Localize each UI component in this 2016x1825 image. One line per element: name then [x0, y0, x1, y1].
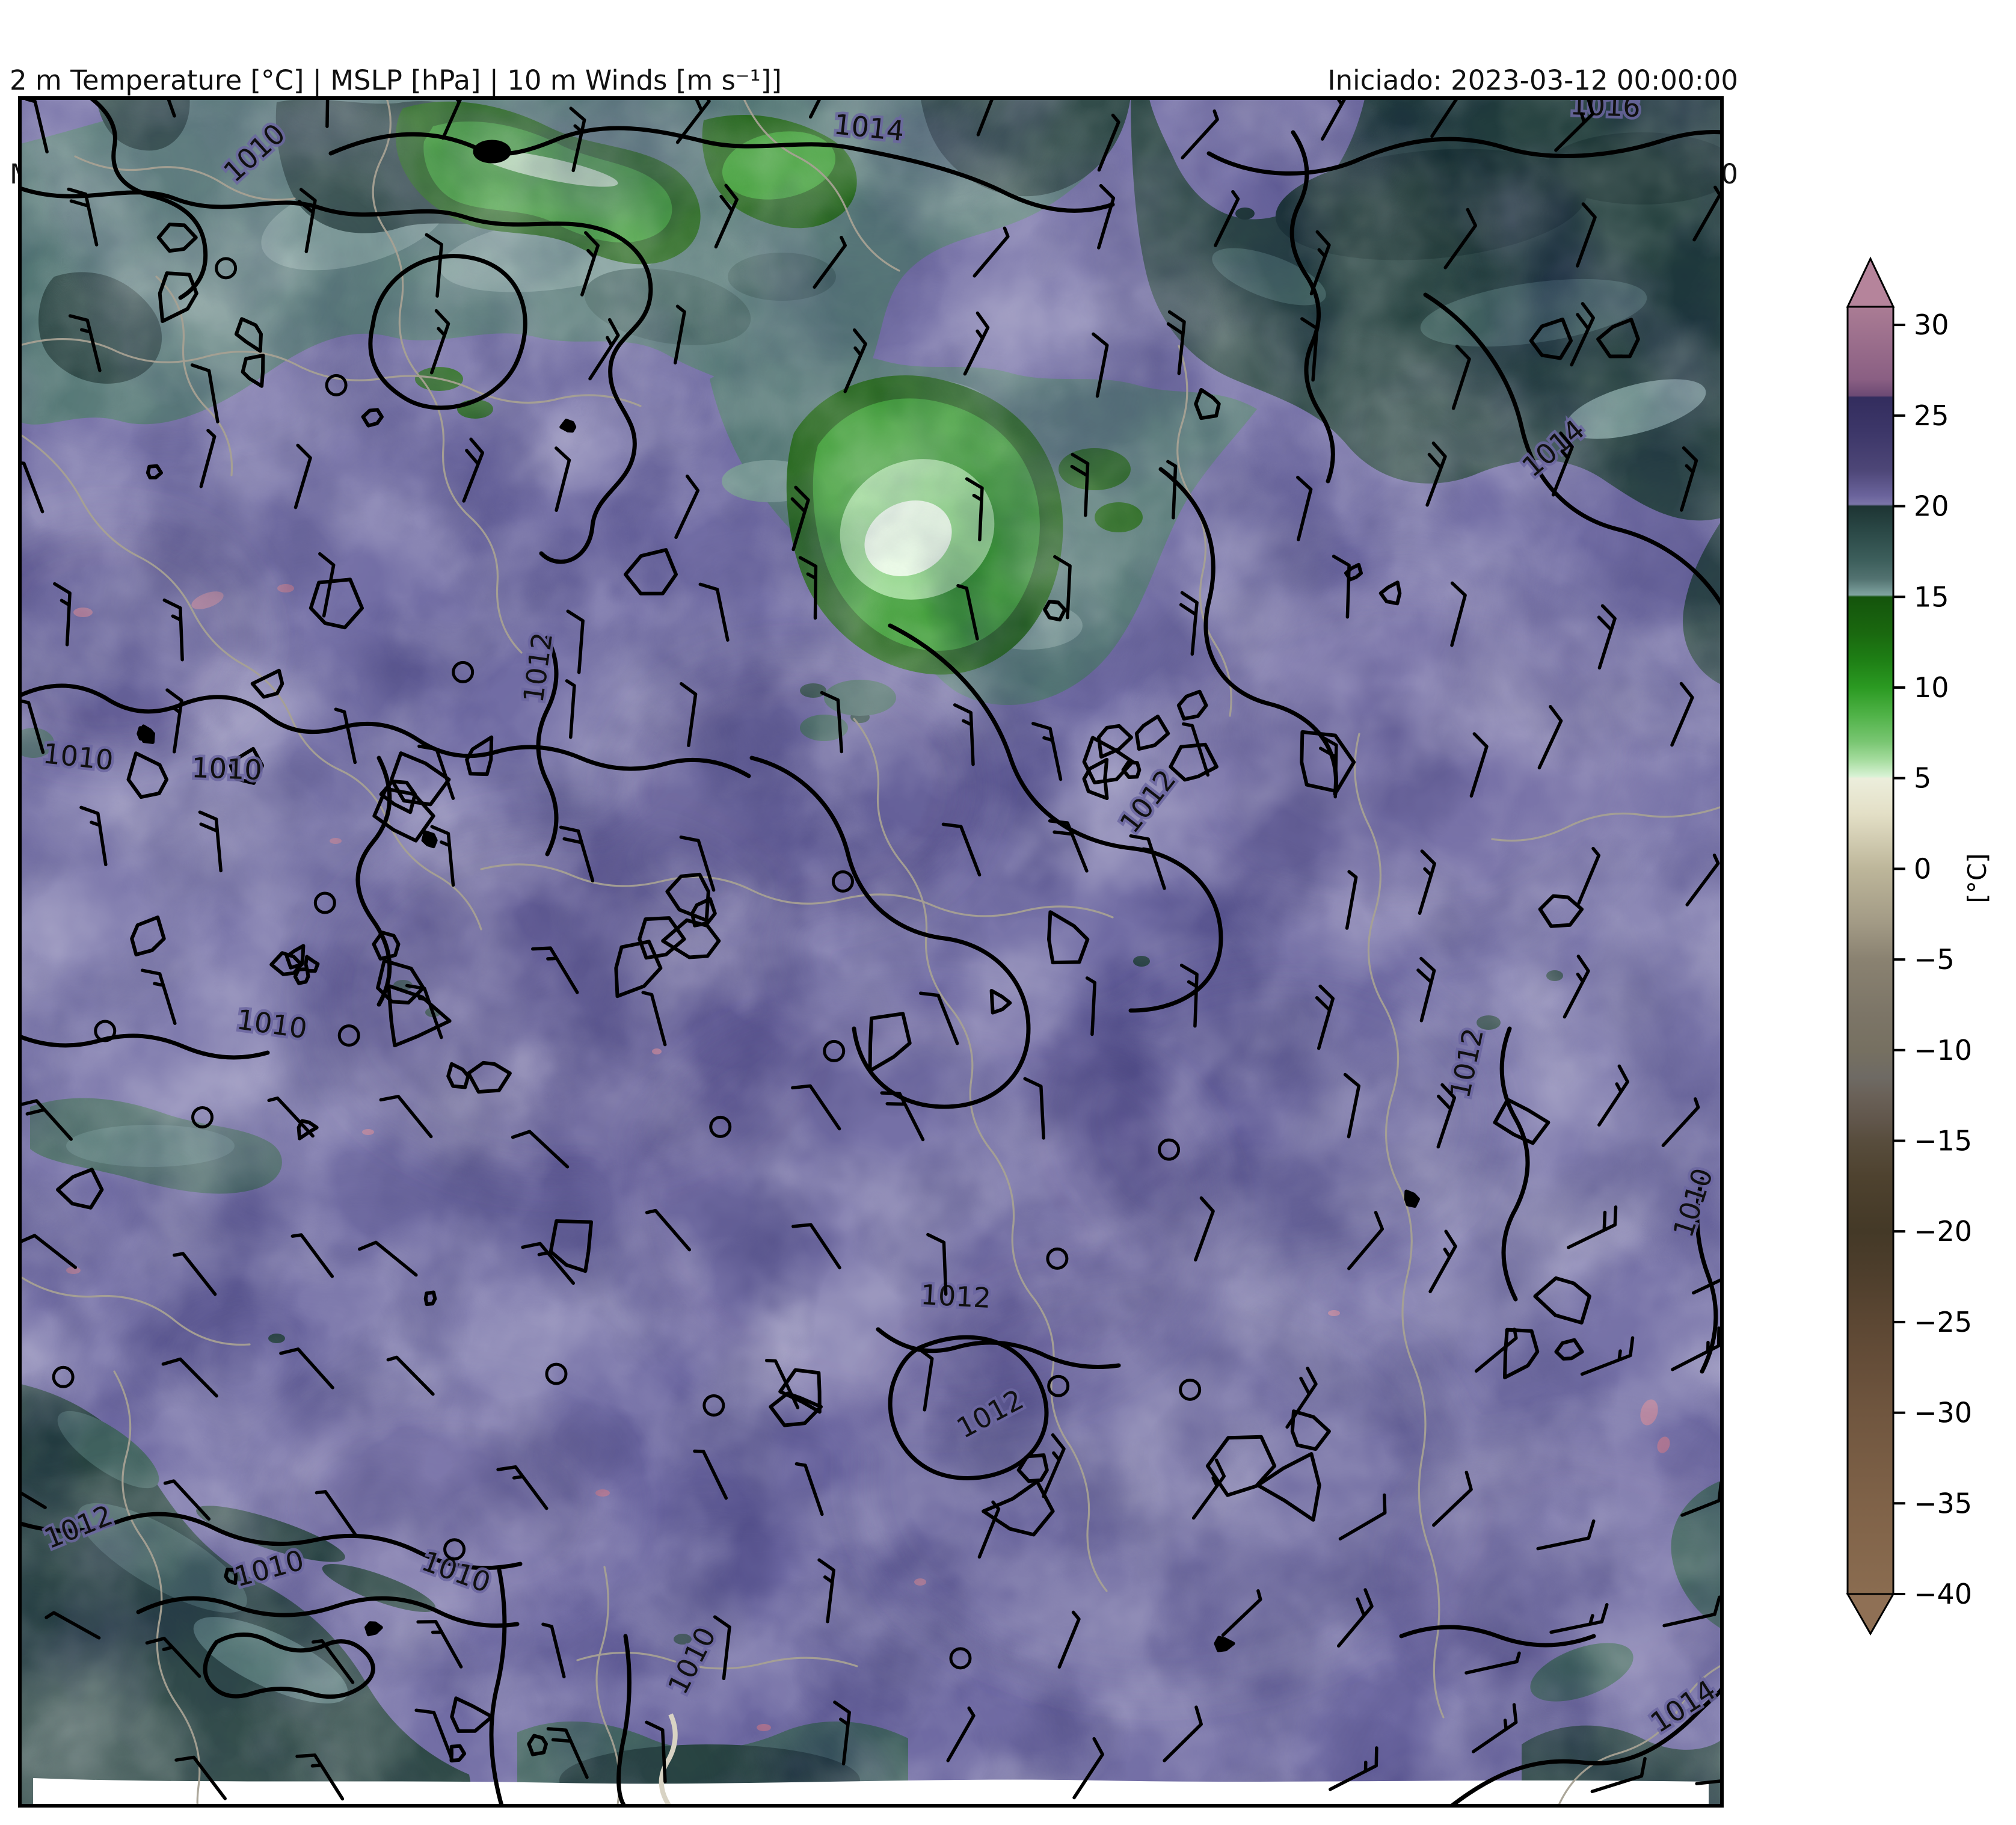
- colorbar-gradient-bar: [1846, 306, 1895, 1595]
- colorbar-tick-label: −25: [1914, 1306, 1972, 1338]
- pressure-contour-label: 1016: [1570, 96, 1641, 123]
- colorbar-tick-label: −35: [1914, 1487, 1972, 1519]
- pressure-contour-label: 1012: [920, 1278, 992, 1314]
- colorbar-tick-label: 0: [1914, 852, 1931, 885]
- colorbar-arrow-bottom: [1846, 1593, 1895, 1636]
- weather-plot-page: 2 m Temperature [°C] | MSLP [hPa] | 10 m…: [0, 0, 2016, 1825]
- closed-contour-blob: [559, 419, 577, 433]
- closed-contour-blob: [421, 830, 438, 849]
- colorbar-unit-label: [°C]: [1962, 853, 1992, 903]
- map-area: 1010 1014 1016 1014 1010 1010 1012 1012 1012 1010…: [0, 54, 1785, 1825]
- colorbar-area: 30 25 20 15 10 5 0 −5 −10 −15 −20 −25 −30 −35 −40 [°C]: [1828, 241, 2016, 1660]
- weather-map: 1010 1014101610141010 10101012101210121010…: [0, 54, 1785, 1825]
- colorbar-arrow-top: [1846, 256, 1895, 308]
- colorbar-tick-label: −5: [1914, 943, 1955, 976]
- colorbar-tick-label: −40: [1914, 1578, 1972, 1610]
- colorbar-tick-label: 10: [1914, 671, 1949, 704]
- plot-title-line1: 2 m Temperature [°C] | MSLP [hPa] | 10 m…: [10, 64, 782, 96]
- temperature-colorbar: 30 25 20 15 10 5 0 −5 −10 −15 −20 −25 −30 −35 −40 [°C]: [1846, 256, 1992, 1636]
- colorbar-tick-label: −10: [1914, 1034, 1972, 1066]
- colorbar-tick-label: 25: [1914, 399, 1949, 432]
- colorbar-tick-label: −30: [1914, 1397, 1972, 1429]
- pressure-contour-label: 1010: [191, 751, 263, 786]
- colorbar-tick-label: 15: [1914, 580, 1949, 613]
- colorbar-tick-label: 30: [1914, 309, 1949, 341]
- colorbar-tick-label: 5: [1914, 762, 1931, 795]
- colorbar-tick-label: −20: [1914, 1215, 1972, 1248]
- colorbar-tick-label: 20: [1914, 490, 1949, 523]
- colorbar-tick-label: −15: [1914, 1124, 1972, 1157]
- init-time-label: Iniciado: 2023-03-12 00:00:00: [1327, 64, 1738, 96]
